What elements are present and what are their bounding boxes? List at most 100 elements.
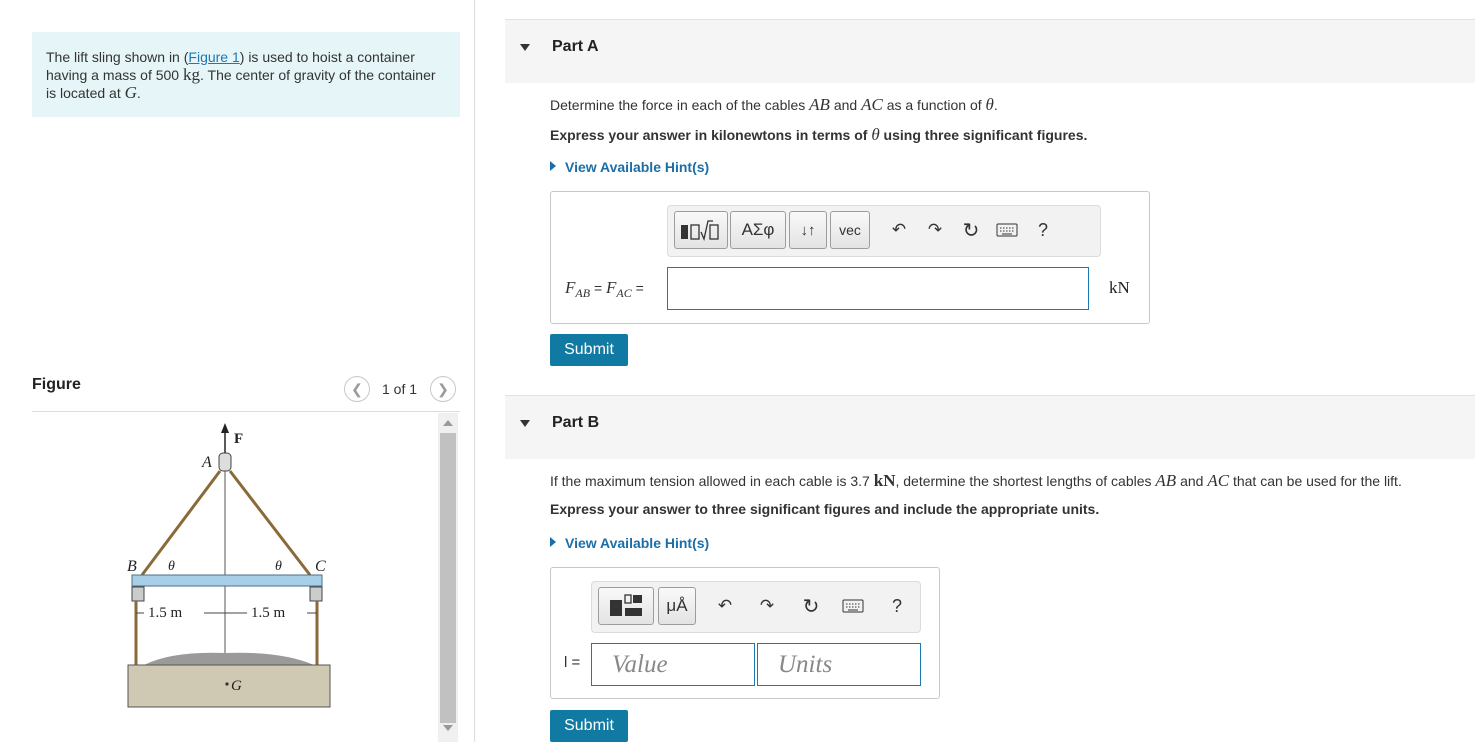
force-symbol: F [606,278,617,297]
question-text: and [1176,473,1208,489]
label-theta-right: θ [275,559,282,574]
scroll-up-icon[interactable] [443,420,453,426]
units-button[interactable]: μÅ [658,587,696,625]
part-a-question: Determine the force in each of the cable… [550,95,998,115]
instruction-text: using three significant figures. [879,127,1088,143]
next-figure-button[interactable]: ❯ [430,376,456,402]
figure-header: Figure ❮ 1 of 1 ❯ [32,372,460,412]
cg-dot [225,682,229,686]
part-a-header[interactable]: Part A [505,19,1475,83]
scrollbar-thumb[interactable] [440,433,456,723]
templates-button[interactable] [598,587,654,625]
question-text: as a function of [882,97,986,113]
equals-sign: = [631,280,644,296]
subscript-superscript-button[interactable]: ↓↑ [789,211,827,249]
value-input[interactable]: Value [591,643,755,686]
label-point-c: C [315,558,326,575]
units-placeholder: Units [778,651,833,678]
keyboard-icon[interactable] [994,216,1020,244]
part-a-hint-link[interactable]: View Available Hint(s) [550,159,709,175]
reset-icon[interactable]: ↻ [798,592,824,620]
help-button[interactable]: ? [1030,216,1056,244]
reset-icon[interactable]: ↻ [958,216,984,244]
part-a-title: Part A [552,38,599,55]
column-divider [474,0,475,742]
part-b-question: If the maximum tension allowed in each c… [550,471,1402,491]
keyboard-icon[interactable] [840,592,866,620]
theta-symbol: θ [985,95,994,114]
help-button[interactable]: ? [884,592,910,620]
chevron-left-icon: ❮ [351,380,363,397]
spreader-beam [131,574,323,587]
part-a-answer-box: ΑΣφ ↓↑ vec ↶ ↷ ↻ ? FAB = FAC = kN [550,191,1150,324]
scroll-down-icon[interactable] [443,725,453,731]
templates-icon [681,220,719,242]
left-panel: The lift sling shown in (Figure 1) is us… [0,0,474,742]
figure-title: Figure [32,376,81,393]
load-material [144,652,314,665]
redo-icon[interactable]: ↷ [922,216,948,244]
part-a-submit-button[interactable]: Submit [550,334,628,366]
equals-sign: = [590,280,607,296]
cable-ab-symbol: AB [809,95,830,114]
part-a-unit: kN [1109,278,1130,297]
collapse-caret-icon[interactable] [520,420,530,427]
templates-button[interactable] [674,211,728,249]
problem-intro: The lift sling shown in (Figure 1) is us… [32,32,460,117]
mass-unit: kg [182,65,200,84]
force-subscript: AC [616,286,632,301]
chevron-right-icon: ❯ [437,380,449,397]
part-b-title: Part B [552,414,600,431]
label-force: F [234,431,243,447]
redo-icon[interactable]: ↷ [754,592,780,620]
hook-a [218,452,232,472]
part-b-header[interactable]: Part B [505,395,1475,459]
figure-link[interactable]: Figure 1 [188,49,239,65]
greek-symbols-button[interactable]: ΑΣφ [730,211,786,249]
label-theta-left: θ [168,559,175,574]
force-arrowhead [221,423,229,433]
hanger-right [309,586,323,602]
part-a-answer-label: FAB = FAC = [565,278,644,301]
part-b-submit-button[interactable]: Submit [550,710,628,742]
templates-icon [610,594,642,616]
part-b-answer-box: μÅ ↶ ↷ ↻ ? l = Value Units [550,567,940,699]
part-a-instruction: Express your answer in kilonewtons in te… [550,125,1087,145]
dimension-right-label: 1.5 m [251,605,286,621]
vector-button[interactable]: vec [830,211,870,249]
question-text: that can be used for the lift. [1229,473,1402,489]
intro-text: . [136,85,141,101]
undo-icon[interactable]: ↶ [886,216,912,244]
theta-symbol: θ [871,125,880,144]
undo-icon[interactable]: ↶ [712,592,738,620]
cable-ac-symbol: AC [1207,471,1230,490]
part-b-toolbar: μÅ ↶ ↷ ↻ ? [591,581,921,633]
cg-symbol: G [124,83,137,102]
question-text: Determine the force in each of the cable… [550,97,810,113]
expand-caret-icon [550,161,556,171]
cable-ac-symbol: AC [861,95,883,114]
force-symbol: F [565,278,576,297]
intro-text: The lift sling shown in ( [46,49,189,65]
figure-image: F A θ θ B C 1.5 m 1.5 m G [32,413,442,742]
label-point-a: A [201,454,212,471]
label-cg: G [231,678,242,694]
value-placeholder: Value [612,651,668,678]
cable-ac [228,470,312,576]
part-a-math-toolbar: ΑΣφ ↓↑ vec ↶ ↷ ↻ ? [667,205,1101,257]
hint-label: View Available Hint(s) [565,159,710,175]
part-a-answer-input[interactable] [667,267,1089,310]
cable-ab-symbol: AB [1155,471,1177,490]
figure-scrollbar[interactable] [438,413,458,742]
collapse-caret-icon[interactable] [520,44,530,51]
question-text: , determine the shortest lengths of cabl… [895,473,1156,489]
hanger-left [131,586,145,602]
question-text: . [993,97,998,113]
part-b-hint-link[interactable]: View Available Hint(s) [550,535,709,551]
cable-ab [140,470,222,576]
units-input[interactable]: Units [757,643,921,686]
lift-sling-diagram: F A θ θ B C 1.5 m 1.5 m G [127,423,331,708]
question-text: If the maximum tension allowed in each c… [550,473,874,489]
previous-figure-button[interactable]: ❮ [344,376,370,402]
dimension-left-label: 1.5 m [148,605,183,621]
